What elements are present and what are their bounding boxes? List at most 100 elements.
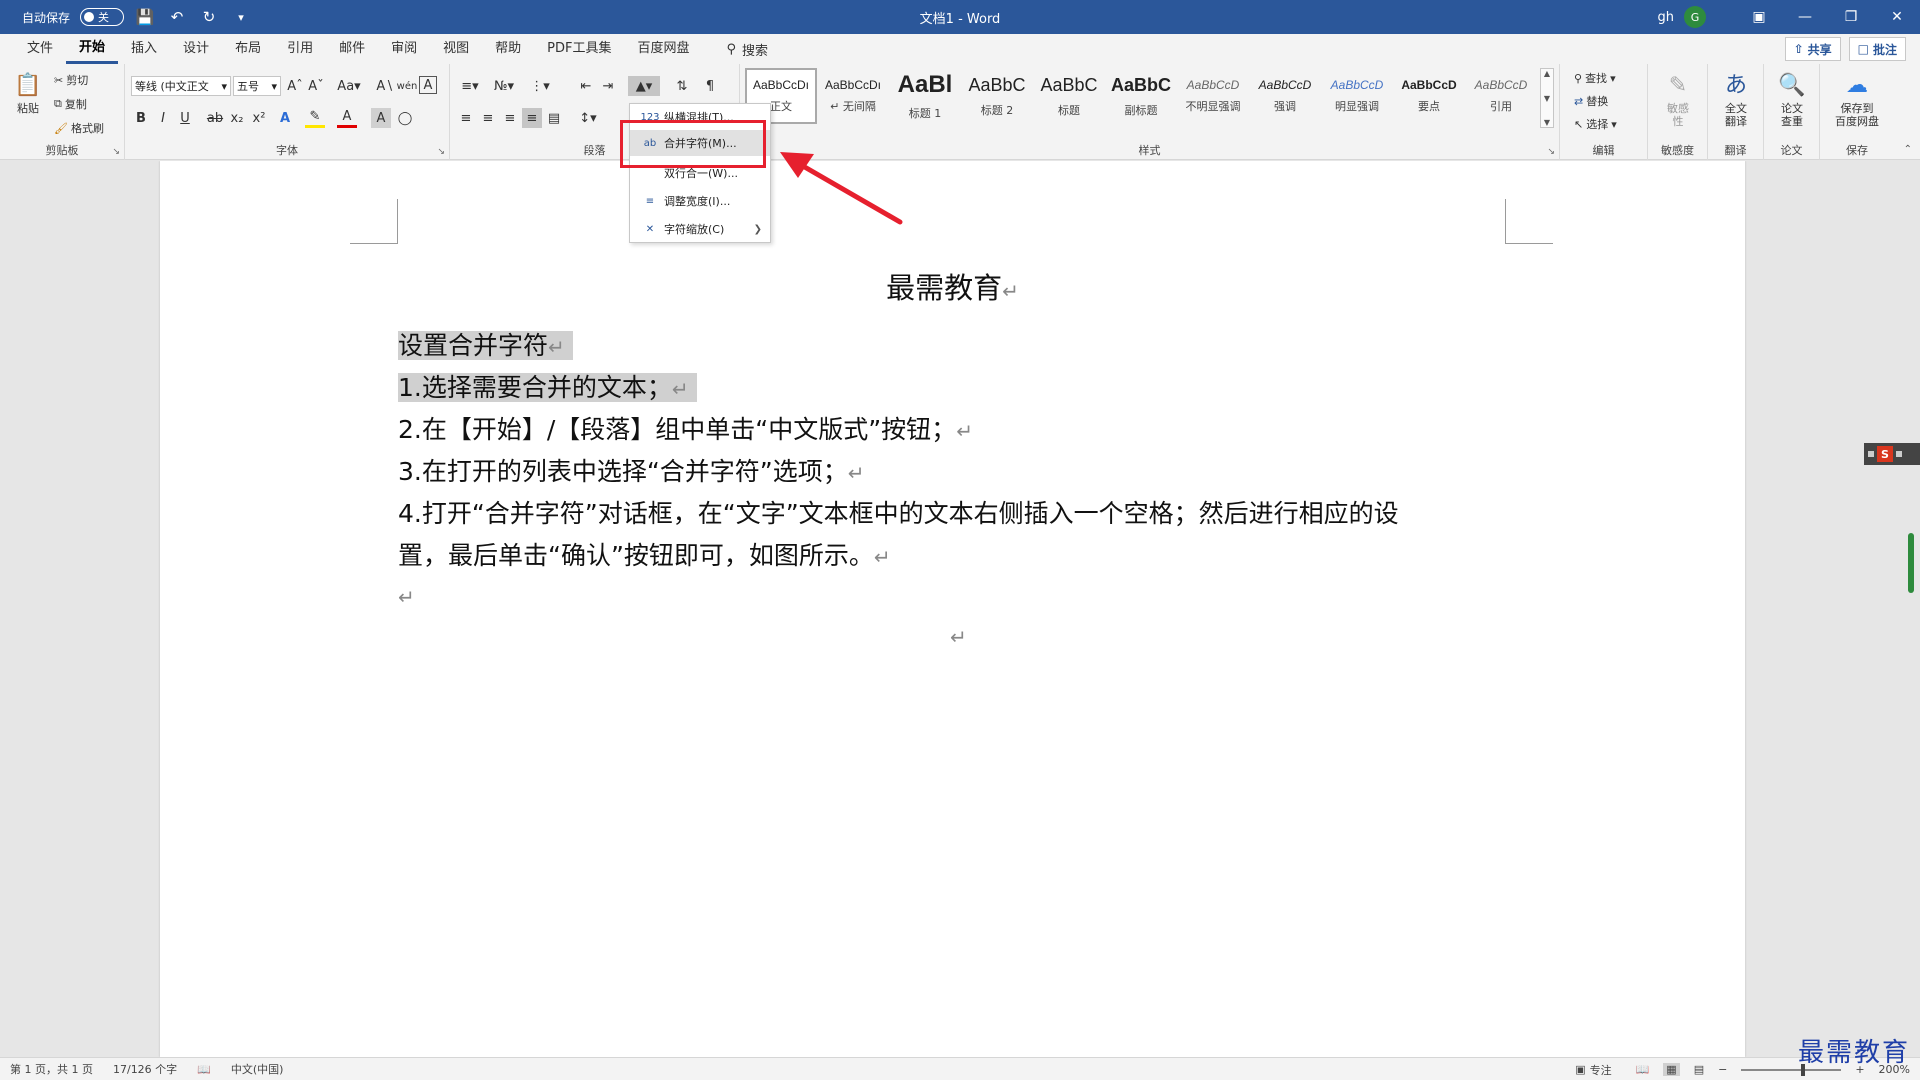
vertical-scrollbar[interactable] — [1908, 533, 1914, 593]
tab-layout[interactable]: 布局 — [222, 34, 274, 64]
style-subtle-emphasis[interactable]: AaBbCcD 不明显强调 — [1177, 68, 1249, 124]
redo-icon[interactable]: ↻ — [198, 6, 220, 28]
tab-home[interactable]: 开始 — [66, 34, 119, 64]
tab-design[interactable]: 设计 — [170, 34, 222, 64]
bold-icon[interactable]: B — [131, 108, 151, 128]
enclose-chars-icon[interactable]: ◯ — [395, 108, 415, 128]
collapse-ribbon-icon[interactable]: ⌃ — [1904, 144, 1912, 155]
styles-launcher-icon[interactable]: ↘ — [1547, 147, 1555, 157]
select-button[interactable]: ↖ 选择 ▾ — [1574, 116, 1617, 132]
superscript-icon[interactable]: x² — [249, 108, 269, 128]
menu-item-fit-text[interactable]: ≡ 调整宽度(I)... — [630, 188, 770, 214]
document-page[interactable]: 最需教育↵ 设置合并字符↵ 1.选择需要合并的文本；↵ 2.在【开始】/【段落】… — [160, 161, 1745, 1057]
style-title[interactable]: AaBbC 标题 — [1033, 68, 1105, 124]
style-heading-2[interactable]: AaBbC 标题 2 — [961, 68, 1033, 124]
multilevel-list-icon[interactable]: ⋮▾ — [526, 76, 554, 96]
style-strong[interactable]: AaBbCcD 要点 — [1393, 68, 1465, 124]
bullets-icon[interactable]: ≡▾ — [456, 76, 484, 96]
comments-button[interactable]: □ 批注 — [1848, 37, 1906, 61]
autosave-toggle[interactable]: 关 — [80, 8, 125, 26]
format-painter-button[interactable]: 🖌 格式刷 — [54, 120, 104, 136]
tab-file[interactable]: 文件 — [14, 34, 66, 64]
close-icon[interactable]: ✕ — [1874, 0, 1920, 34]
user-name[interactable]: gh — [1658, 10, 1675, 25]
zoom-out-icon[interactable]: − — [1718, 1063, 1727, 1076]
save-icon[interactable]: 💾 — [134, 6, 156, 28]
page-count[interactable]: 第 1 页，共 1 页 — [10, 1061, 93, 1077]
style-quote[interactable]: AaBbCcD 引用 — [1465, 68, 1537, 124]
full-translate-button[interactable]: あ 全文 翻译 — [1714, 70, 1758, 128]
phonetic-guide-icon[interactable]: wén — [397, 76, 418, 96]
avatar[interactable]: G — [1684, 6, 1706, 28]
style-heading-1[interactable]: AaBl 标题 1 — [889, 68, 961, 124]
more-icon[interactable]: ▼ — [1544, 118, 1550, 127]
sensitivity-button[interactable]: ✎ 敏感 性 — [1656, 70, 1700, 128]
highlight-icon[interactable]: ✎ — [305, 108, 325, 128]
menu-item-two-lines-in-one[interactable]: 双行合一(W)... — [630, 160, 770, 186]
read-mode-icon[interactable]: 📖 — [1636, 1063, 1650, 1076]
copy-button[interactable]: ⧉ 复制 — [54, 96, 87, 112]
align-center-icon[interactable]: ≡ — [478, 108, 498, 128]
minimize-icon[interactable]: — — [1782, 0, 1828, 34]
font-name-select[interactable]: 等线 (中文正文 ▾ — [131, 76, 231, 96]
proofing-icon[interactable]: 📖 — [197, 1063, 211, 1076]
align-right-icon[interactable]: ≡ — [500, 108, 520, 128]
menu-item-character-scaling[interactable]: ✕ 字符缩放(C) ❯ — [630, 216, 770, 242]
char-shading-icon[interactable]: A — [371, 108, 391, 128]
align-left-icon[interactable]: ≡ — [456, 108, 476, 128]
decrease-indent-icon[interactable]: ⇤ — [576, 76, 596, 96]
menu-item-vertical-horizontal[interactable]: 123 纵横混排(T)... — [630, 104, 770, 130]
web-layout-icon[interactable]: ▤ — [1694, 1063, 1704, 1076]
tab-help[interactable]: 帮助 — [482, 34, 534, 64]
find-button[interactable]: ⚲ 查找 ▾ — [1574, 70, 1616, 86]
undo-icon[interactable]: ↶ — [166, 6, 188, 28]
style-no-spacing[interactable]: AaBbCcDı ↵ 无间隔 — [817, 68, 889, 124]
font-color-icon[interactable]: A — [337, 108, 357, 128]
tab-insert[interactable]: 插入 — [118, 34, 170, 64]
save-to-netdisk-button[interactable]: ☁ 保存到 百度网盘 — [1826, 70, 1888, 128]
style-subtitle[interactable]: AaBbC 副标题 — [1105, 68, 1177, 124]
tab-baidu-netdisk[interactable]: 百度网盘 — [624, 34, 702, 64]
change-case-icon[interactable]: Aa▾ — [333, 76, 365, 96]
distributed-icon[interactable]: ▤ — [544, 108, 564, 128]
share-button[interactable]: ⇧ 共享 — [1784, 37, 1841, 61]
grow-font-icon[interactable]: Aˆ — [285, 76, 305, 96]
customize-toolbar-icon[interactable]: ▾ — [230, 6, 252, 28]
tab-pdf-tools[interactable]: PDF工具集 — [534, 34, 624, 64]
chevron-up-icon[interactable]: ▲ — [1544, 69, 1550, 78]
style-emphasis[interactable]: AaBbCcD 强调 — [1249, 68, 1321, 124]
tab-references[interactable]: 引用 — [274, 34, 326, 64]
paste-button[interactable]: 📋 粘贴 — [10, 70, 46, 115]
italic-icon[interactable]: I — [153, 108, 173, 128]
language-status[interactable]: 中文(中国) — [231, 1061, 284, 1077]
tab-review[interactable]: 审阅 — [378, 34, 430, 64]
styles-gallery-scroll[interactable]: ▲ ▼ ▼ — [1540, 68, 1554, 128]
line-spacing-icon[interactable]: ↕▾ — [574, 108, 602, 128]
menu-item-combine-characters[interactable]: ab 合并字符(M)... — [630, 130, 770, 156]
word-count[interactable]: 17/126 个字 — [113, 1061, 177, 1077]
sort-icon[interactable]: ⇅ — [672, 76, 692, 96]
clipboard-launcher-icon[interactable]: ↘ — [112, 147, 120, 157]
replace-button[interactable]: ⇄ 替换 — [1574, 93, 1608, 109]
ribbon-display-icon[interactable]: ▣ — [1736, 0, 1782, 34]
focus-button[interactable]: ▣ 专注 — [1575, 1062, 1611, 1078]
subscript-icon[interactable]: x₂ — [227, 108, 247, 128]
search-tab[interactable]: ⚲ 搜索 — [727, 40, 769, 59]
increase-indent-icon[interactable]: ⇥ — [598, 76, 618, 96]
cut-button[interactable]: ✂ 剪切 — [54, 72, 88, 88]
shrink-font-icon[interactable]: Aˇ — [306, 76, 326, 96]
clear-format-icon[interactable]: A∖ — [375, 76, 395, 96]
chevron-down-icon[interactable]: ▼ — [1544, 94, 1550, 103]
paper-check-button[interactable]: 🔍 论文 查重 — [1770, 70, 1814, 128]
asian-layout-icon[interactable]: ▲▾ — [628, 76, 660, 96]
text-effects-icon[interactable]: A — [275, 108, 295, 128]
print-layout-icon[interactable]: ▦ — [1663, 1063, 1680, 1076]
font-launcher-icon[interactable]: ↘ — [437, 147, 445, 157]
show-marks-icon[interactable]: ¶ — [700, 76, 720, 96]
strikethrough-icon[interactable]: ab — [205, 108, 225, 128]
style-intense-emphasis[interactable]: AaBbCcD 明显强调 — [1321, 68, 1393, 124]
tab-view[interactable]: 视图 — [430, 34, 482, 64]
underline-icon[interactable]: U — [175, 108, 195, 128]
restore-icon[interactable]: ❐ — [1828, 0, 1874, 34]
justify-icon[interactable]: ≡ — [522, 108, 542, 128]
